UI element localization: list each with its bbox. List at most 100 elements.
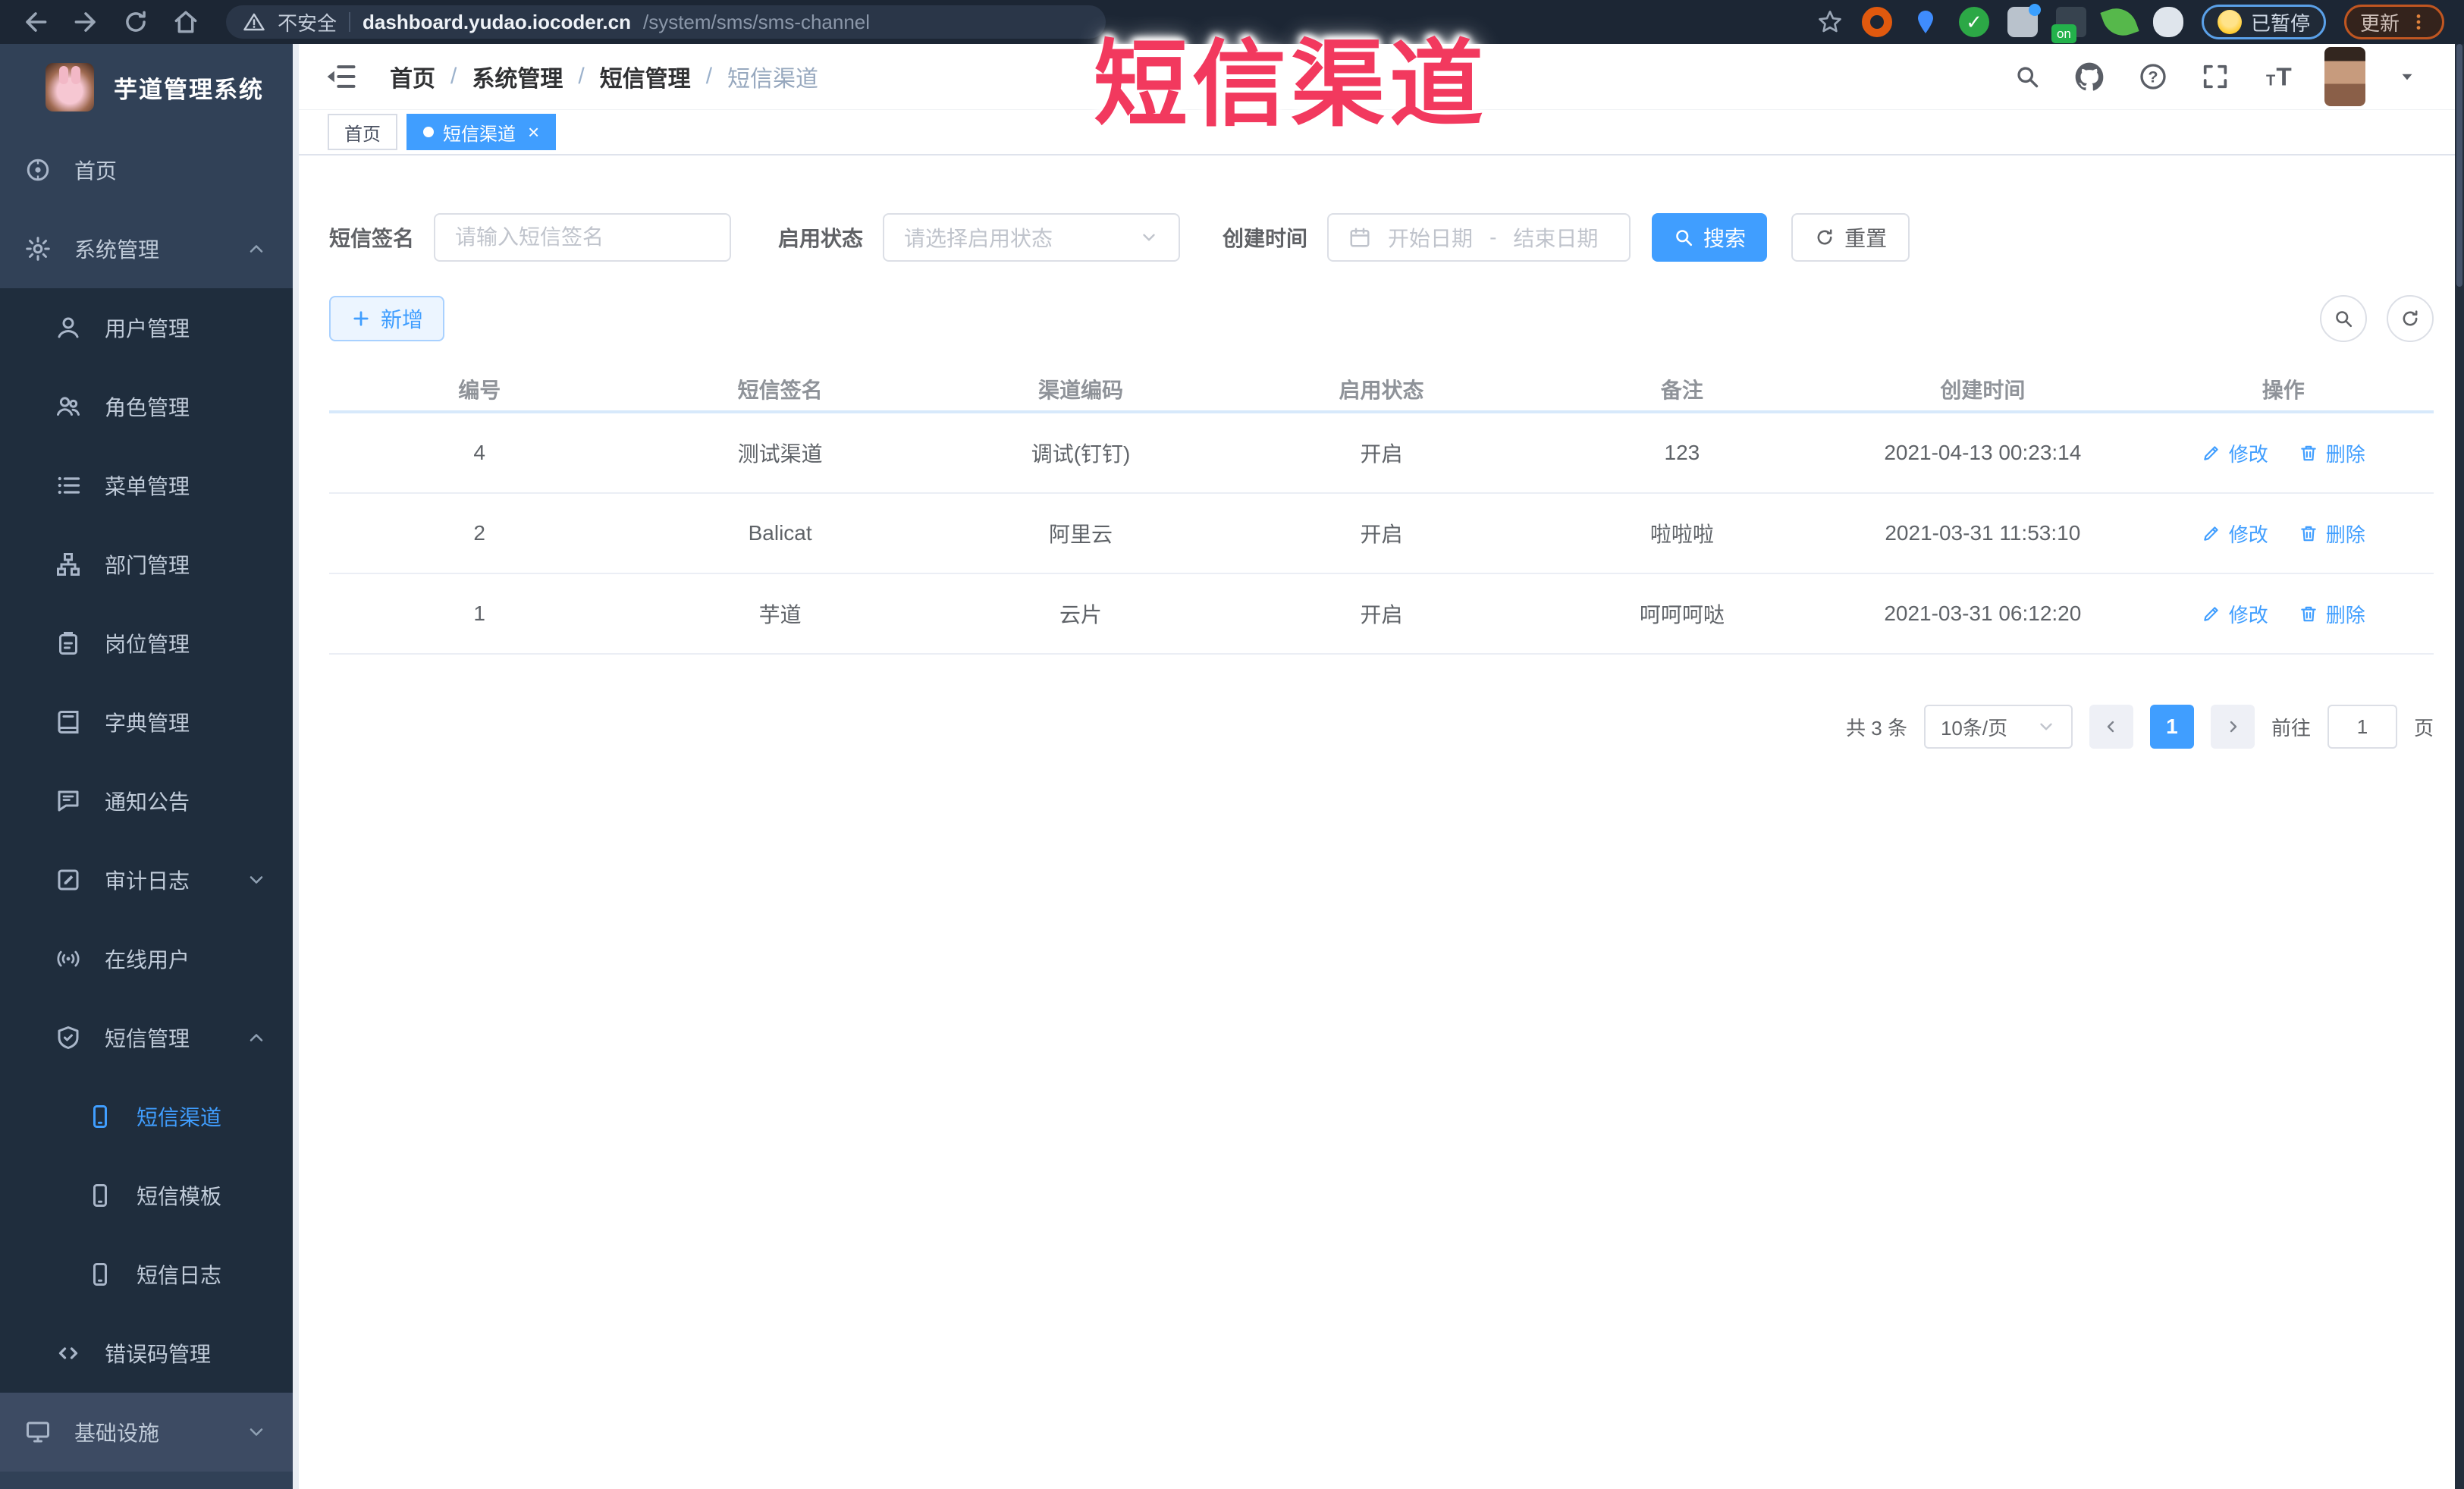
prev-page-button[interactable] [2089, 705, 2133, 749]
sidebar-item-dept-management[interactable]: 部门管理 [0, 525, 299, 604]
sms-channel-table: 编号 短信签名 渠道编码 启用状态 备注 创建时间 操作 4 测试渠道 调试(钉… [329, 368, 2434, 655]
sidebar-item-online-users[interactable]: 在线用户 [0, 919, 299, 998]
browser-update-pill[interactable]: 更新 [2343, 5, 2444, 39]
sidebar-item-label: 短信渠道 [137, 1106, 222, 1129]
browser-home-icon[interactable] [171, 8, 200, 36]
reset-button[interactable]: 重置 [1791, 213, 1910, 262]
date-range-picker[interactable]: 开始日期 - 结束日期 [1327, 213, 1631, 262]
cell-id: 4 [473, 441, 485, 464]
sidebar-item-home[interactable]: 首页 [0, 130, 299, 209]
delete-link[interactable]: 删除 [2299, 439, 2365, 467]
tab-home[interactable]: 首页 [328, 114, 397, 150]
search-icon[interactable] [2014, 63, 2041, 90]
sidebar-item-sms-log[interactable]: 短信日志 [0, 1235, 299, 1314]
trash-icon [2299, 443, 2318, 463]
breadcrumb-item[interactable]: 首页 [390, 60, 435, 93]
column-header: 创建时间 [1940, 379, 2026, 402]
browser-menu-kebab-icon[interactable] [2409, 9, 2428, 35]
sidebar-item-error-code[interactable]: 错误码管理 [0, 1314, 299, 1393]
sidebar-item-post-management[interactable]: 岗位管理 [0, 604, 299, 683]
font-size-icon[interactable] [2262, 61, 2293, 92]
edit-label: 修改 [2228, 442, 2268, 466]
next-page-button[interactable] [2210, 705, 2255, 749]
browser-back-icon[interactable] [21, 8, 50, 36]
current-page-button[interactable]: 1 [2149, 705, 2194, 749]
sidebar-item-label: 部门管理 [105, 554, 190, 577]
edit-link[interactable]: 修改 [2202, 439, 2268, 467]
add-button[interactable]: 新增 [329, 296, 445, 341]
browser-forward-icon[interactable] [71, 8, 100, 36]
cell-created: 2021-03-31 06:12:20 [1884, 602, 2082, 625]
chevron-down-icon [1139, 228, 1159, 247]
extension-sprout-icon[interactable] [2100, 2, 2139, 42]
fullscreen-icon[interactable] [2200, 61, 2230, 92]
cell-sign: Balicat [748, 521, 812, 545]
extension-check-icon[interactable]: ✓ [1958, 7, 1989, 37]
sidebar-item-label: 菜单管理 [105, 475, 190, 498]
sidebar-item-dict-management[interactable]: 字典管理 [0, 683, 299, 762]
extension-grid-icon[interactable] [2007, 4, 2041, 37]
cell-id: 1 [473, 602, 485, 625]
browser-reload-icon[interactable] [121, 8, 150, 36]
paused-extension-pill[interactable]: 已暂停 [2201, 5, 2326, 39]
caret-down-icon[interactable] [2397, 67, 2417, 86]
sidebar-item-user-management[interactable]: 用户管理 [0, 288, 299, 367]
phone-icon [86, 1182, 114, 1209]
tab-sms-channel[interactable]: 短信渠道 × [406, 114, 557, 150]
user-avatar[interactable] [2324, 47, 2365, 106]
sidebar-item-system-management[interactable]: 系统管理 [0, 209, 299, 288]
page-scrollbar-thumb[interactable] [2456, 44, 2462, 287]
sign-input[interactable] [434, 213, 732, 262]
sidebar-item-infrastructure[interactable]: 基础设施 [0, 1393, 299, 1472]
search-button-label: 搜索 [1703, 227, 1747, 250]
trash-icon [2299, 523, 2318, 543]
sidebar-item-menu-management[interactable]: 菜单管理 [0, 446, 299, 525]
extension-paw-icon[interactable] [2152, 7, 2183, 37]
search-button[interactable]: 搜索 [1652, 213, 1768, 262]
delete-link[interactable]: 删除 [2299, 600, 2365, 628]
bookmark-star-icon[interactable] [1816, 8, 1844, 36]
page-scrollbar[interactable] [2455, 44, 2464, 1489]
extension-orange-ring-icon[interactable] [1861, 7, 1892, 37]
toggle-search-button[interactable] [2320, 295, 2367, 342]
sidebar-item-label: 首页 [74, 159, 118, 183]
edit-link[interactable]: 修改 [2202, 600, 2268, 628]
pencil-icon [2202, 604, 2221, 624]
delete-link[interactable]: 删除 [2299, 520, 2365, 548]
sidebar-item-label: 短信模板 [137, 1185, 222, 1208]
app-logo-area[interactable]: 芋道管理系统 [0, 44, 299, 130]
sidebar-item-audit-log[interactable]: 审计日志 [0, 840, 299, 919]
url-path: /system/sms/sms-channel [642, 10, 871, 33]
sidebar-item-sms-channel[interactable]: 短信渠道 [0, 1077, 299, 1156]
cell-code: 云片 [1059, 603, 1103, 627]
delete-label: 删除 [2325, 523, 2365, 546]
breadcrumb-separator: / [578, 64, 585, 89]
extension-on-badge-icon[interactable] [2051, 7, 2086, 43]
badge-icon [55, 630, 82, 657]
sidebar-item-sms-template[interactable]: 短信模板 [0, 1156, 299, 1235]
help-question-icon[interactable] [2138, 61, 2168, 92]
notice-chat-icon [55, 787, 82, 815]
refresh-table-button[interactable] [2387, 295, 2434, 342]
sidebar-item-role-management[interactable]: 角色管理 [0, 367, 299, 446]
github-icon[interactable] [2073, 60, 2106, 93]
extension-pin-icon[interactable] [1910, 7, 1941, 37]
address-bar[interactable]: 不安全 dashboard.yudao.iocoder.cn/system/sm… [226, 5, 1106, 39]
sidebar-item-notice[interactable]: 通知公告 [0, 762, 299, 840]
dict-book-icon [55, 708, 82, 736]
status-select[interactable]: 请选择启用状态 [883, 213, 1181, 262]
sidebar-item-label: 岗位管理 [105, 633, 190, 656]
sidebar-item-sms-management[interactable]: 短信管理 [0, 998, 299, 1077]
sms-shield-icon [55, 1024, 82, 1051]
goto-page-input[interactable] [2327, 705, 2397, 749]
cell-status: 开启 [1360, 603, 1403, 627]
sidebar-item-label: 短信管理 [105, 1027, 190, 1051]
edit-link[interactable]: 修改 [2202, 520, 2268, 548]
breadcrumb-item[interactable]: 短信管理 [600, 60, 691, 93]
cell-created: 2021-03-31 11:53:10 [1885, 521, 2081, 545]
sidebar-scrollbar[interactable] [293, 44, 299, 1489]
tab-close-icon[interactable]: × [528, 122, 539, 142]
page-size-select[interactable]: 10条/页 [1923, 705, 2073, 749]
breadcrumb-item[interactable]: 系统管理 [472, 60, 563, 93]
sidebar-fold-icon[interactable] [325, 60, 358, 93]
